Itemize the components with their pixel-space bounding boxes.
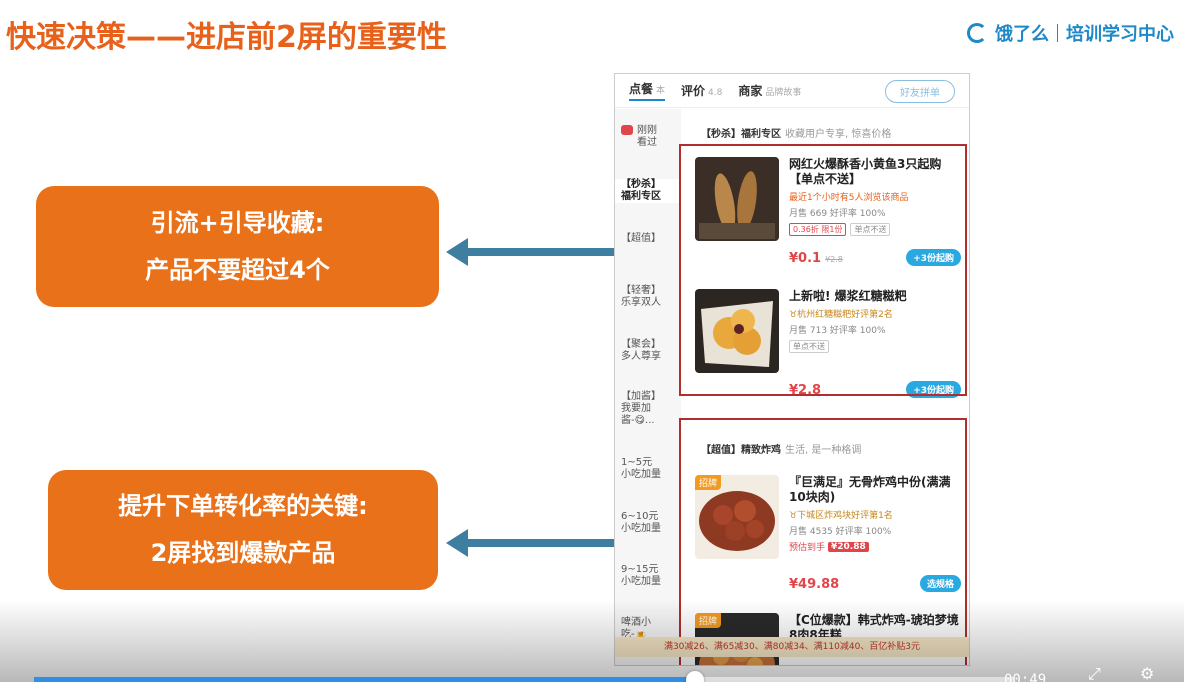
eleme-logo-icon [967, 23, 987, 43]
sidebar-item-label: 福利专区 [621, 191, 661, 202]
sidebar-item-snack-6-10[interactable]: 6~10元 小吃加量 [615, 511, 681, 535]
sidebar-item-label: 酱-😋... [621, 415, 655, 426]
slide-title: 快速决策——进店前2屏的重要性 [6, 20, 447, 55]
sidebar-item-label: 小吃加量 [621, 523, 661, 534]
sidebar-item-light-luxury[interactable]: 【轻奢】 乐享双人 [615, 285, 681, 309]
sidebar-item-label: 啤酒小 [621, 617, 651, 628]
brand-name: 饿了么 [995, 24, 1049, 45]
sidebar-item-recent[interactable]: 刚刚 看过 [615, 125, 681, 149]
sidebar-item-label: 小吃加量 [621, 576, 661, 587]
tab-label: 商家 [738, 84, 763, 98]
callout-line: 提升下单转化率的关键: [118, 492, 368, 521]
tab-sub: 4.8 [708, 88, 723, 98]
player-overlay [0, 600, 1184, 682]
sidebar-item-sauce[interactable]: 【加酱】 我要加 酱-😋... [615, 391, 681, 427]
sidebar-item-label: 【轻奢】 [621, 285, 661, 296]
brand-divider [1057, 24, 1058, 42]
highlight-box-first-screen [679, 144, 967, 396]
sidebar-item-flash-sale[interactable]: 【秒杀】 福利专区 [615, 179, 681, 203]
progress-fill [34, 677, 695, 682]
promo-bar: 满30减26、满65减30、满80减34、满110减40、百亿补贴3元 [615, 637, 969, 657]
friend-group-order-button[interactable]: 好友拼单 [885, 80, 955, 103]
callout-line: 引流+引导收藏: [150, 208, 325, 237]
tab-order[interactable]: 点餐本 [629, 80, 666, 101]
sidebar-item-label: 乐享双人 [621, 297, 661, 308]
tab-sub: 品牌故事 [765, 88, 802, 98]
time-display: 00:49 [1004, 672, 1047, 682]
sidebar-item-label: 【聚会】 [621, 339, 661, 350]
sidebar-item-label: 看过 [637, 137, 657, 148]
phone-screenshot: 点餐本 评价 4.8 商家 品牌故事 好友拼单 刚刚 看过 【秒杀】 福利专区 【超值】… [614, 73, 970, 666]
highlight-box-second-screen [679, 418, 967, 665]
callout-traffic: 引流+引导收藏: 产品不要超过4个 [36, 186, 439, 307]
sidebar-item-label: 【超值】 [621, 233, 661, 244]
sidebar-item-value[interactable]: 【超值】 [615, 233, 681, 245]
sidebar-item-label: 多人尊享 [621, 351, 661, 362]
sidebar-item-label: 1~5元 [621, 457, 653, 468]
sidebar-item-label: 小吃加量 [621, 469, 661, 480]
callout-line: 产品不要超过4个 [145, 255, 330, 284]
sidebar-item-party[interactable]: 【聚会】 多人尊享 [615, 339, 681, 363]
sidebar-item-snack-1-5[interactable]: 1~5元 小吃加量 [615, 457, 681, 481]
tab-label: 点餐 [629, 82, 654, 96]
progress-knob[interactable] [685, 671, 704, 682]
brand-logo: 饿了么 培训学习中心 [967, 20, 1174, 46]
sidebar-item-label: 我要加 [621, 403, 651, 414]
section-title: 【秒杀】福利专区 [701, 129, 781, 140]
video-progress-bar[interactable] [34, 671, 1014, 682]
sidebar-item-label: 刚刚 [637, 125, 657, 136]
sidebar-item-label: 6~10元 [621, 511, 659, 522]
sidebar-item-label: 【秒杀】 [621, 179, 661, 190]
section-desc: 收藏用户专享, 惊喜价格 [785, 129, 892, 140]
tab-label: 评价 [681, 84, 706, 98]
tab-merchant[interactable]: 商家 品牌故事 [738, 82, 801, 99]
callout-line: 2屏找到爆款产品 [150, 539, 336, 567]
fullscreen-icon[interactable]: ⤢ [1088, 666, 1108, 682]
tab-reviews[interactable]: 评价 4.8 [681, 82, 722, 99]
category-sidebar: 刚刚 看过 【秒杀】 福利专区 【超值】 【轻奢】 乐享双人 【聚会】 多人尊享 【加酱… [615, 109, 681, 665]
section-header: 【秒杀】福利专区 收藏用户专享, 惊喜价格 [701, 125, 891, 140]
eye-icon [621, 125, 633, 135]
shop-tabs: 点餐本 评价 4.8 商家 品牌故事 好友拼单 [615, 74, 969, 108]
callout-conversion: 提升下单转化率的关键: 2屏找到爆款产品 [48, 470, 438, 590]
sidebar-item-label: 9~15元 [621, 564, 659, 575]
sidebar-item-label: 【加酱】 [621, 391, 661, 402]
brand-subtitle: 培训学习中心 [1066, 24, 1174, 45]
tab-sub: 本 [656, 86, 666, 96]
sidebar-item-snack-9-15[interactable]: 9~15元 小吃加量 [615, 564, 681, 588]
settings-gear-icon[interactable]: ⚙ [1140, 666, 1160, 682]
